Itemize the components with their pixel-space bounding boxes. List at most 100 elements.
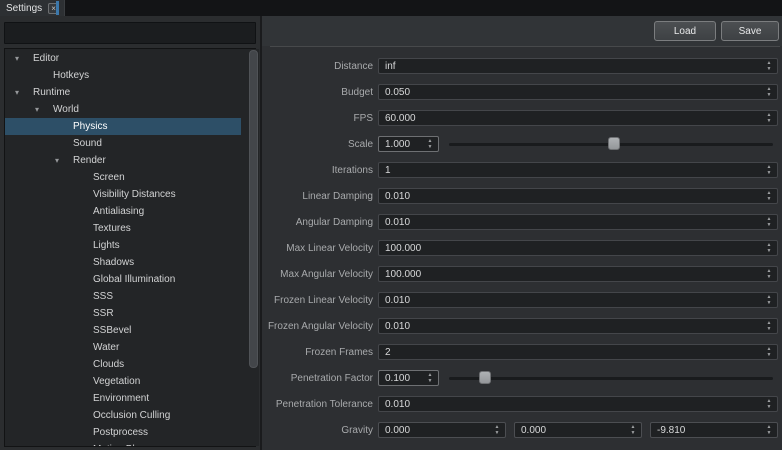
sidebar-item-occlusion-culling[interactable]: ▾ Occlusion Culling xyxy=(5,407,241,424)
spinner-buttons[interactable]: ▲ ▼ xyxy=(763,293,775,307)
budget-field[interactable]: 0.050 ▲ ▼ xyxy=(378,84,778,100)
angular-damping-field[interactable]: 0.010 ▲ ▼ xyxy=(378,214,778,230)
spinner-buttons[interactable]: ▲ ▼ xyxy=(763,241,775,255)
spinner-buttons[interactable]: ▲ ▼ xyxy=(763,423,775,437)
tree-scrollbar-thumb[interactable] xyxy=(249,50,258,368)
sidebar-item-textures[interactable]: ▾ Textures xyxy=(5,220,241,237)
sidebar-item-screen[interactable]: ▾ Screen xyxy=(5,169,241,186)
sidebar-item-runtime[interactable]: ▾ Runtime xyxy=(5,84,241,101)
gravity-field-1[interactable]: 0.000 ▲ ▼ xyxy=(514,422,642,438)
spinner-buttons[interactable]: ▲ ▼ xyxy=(424,371,436,385)
gravity-field-0[interactable]: 0.000 ▲ ▼ xyxy=(378,422,506,438)
sidebar-item-postprocess[interactable]: ▾ Postprocess xyxy=(5,424,241,441)
penetration-factor-field[interactable]: 0.100 ▲ ▼ xyxy=(378,370,439,386)
scale-field[interactable]: 1.000 ▲ ▼ xyxy=(378,136,439,152)
spin-down-icon[interactable]: ▼ xyxy=(767,430,772,436)
save-button[interactable]: Save xyxy=(721,21,779,41)
tree-scrollbar[interactable] xyxy=(248,49,259,446)
spin-down-icon[interactable]: ▼ xyxy=(428,378,433,384)
spin-down-icon[interactable]: ▼ xyxy=(428,144,433,150)
linear-damping-field[interactable]: 0.010 ▲ ▼ xyxy=(378,188,778,204)
spinner-buttons[interactable]: ▲ ▼ xyxy=(627,423,639,437)
spin-down-icon[interactable]: ▼ xyxy=(767,118,772,124)
sidebar-item-environment[interactable]: ▾ Environment xyxy=(5,390,241,407)
search-input[interactable] xyxy=(4,22,256,44)
spin-down-icon[interactable]: ▼ xyxy=(767,92,772,98)
tree-item-label: SSBevel xyxy=(93,322,131,339)
field-label: Penetration Factor xyxy=(262,373,378,384)
spin-down-icon[interactable]: ▼ xyxy=(495,430,500,436)
tree-item-label: Vegetation xyxy=(93,373,140,390)
value-slider[interactable] xyxy=(449,136,773,152)
field-label: Penetration Tolerance xyxy=(262,399,378,410)
sidebar-item-sss[interactable]: ▾ SSS xyxy=(5,288,241,305)
sidebar-item-clouds[interactable]: ▾ Clouds xyxy=(5,356,241,373)
load-button[interactable]: Load xyxy=(654,21,716,41)
form-row: Scale 1.000 ▲ ▼ xyxy=(262,136,778,152)
gravity-field-2[interactable]: -9.810 ▲ ▼ xyxy=(650,422,778,438)
spinner-buttons[interactable]: ▲ ▼ xyxy=(491,423,503,437)
sidebar-item-global-illumination[interactable]: ▾ Global Illumination xyxy=(5,271,241,288)
sidebar-item-physics[interactable]: ▾ Physics xyxy=(5,118,241,135)
spin-down-icon[interactable]: ▼ xyxy=(767,196,772,202)
field-value: 0.010 xyxy=(385,191,410,202)
distance-field[interactable]: inf ▲ ▼ xyxy=(378,58,778,74)
spin-down-icon[interactable]: ▼ xyxy=(767,222,772,228)
sidebar-item-motion-blur[interactable]: ▾ Motion Blur xyxy=(5,441,241,447)
value-slider[interactable] xyxy=(449,370,773,386)
frozen-angular-velocity-field[interactable]: 0.010 ▲ ▼ xyxy=(378,318,778,334)
spin-down-icon[interactable]: ▼ xyxy=(631,430,636,436)
penetration-tolerance-field[interactable]: 0.010 ▲ ▼ xyxy=(378,396,778,412)
frozen-linear-velocity-field[interactable]: 0.010 ▲ ▼ xyxy=(378,292,778,308)
max-angular-velocity-field[interactable]: 100.000 ▲ ▼ xyxy=(378,266,778,282)
spin-down-icon[interactable]: ▼ xyxy=(767,300,772,306)
sidebar-item-sound[interactable]: ▾ Sound xyxy=(5,135,241,152)
form-row: Distance inf ▲ ▼ xyxy=(262,58,778,74)
spin-down-icon[interactable]: ▼ xyxy=(767,248,772,254)
spin-down-icon[interactable]: ▼ xyxy=(767,326,772,332)
sidebar-item-water[interactable]: ▾ Water xyxy=(5,339,241,356)
sidebar-item-world[interactable]: ▾ World xyxy=(5,101,241,118)
spinner-buttons[interactable]: ▲ ▼ xyxy=(763,85,775,99)
spin-down-icon[interactable]: ▼ xyxy=(767,274,772,280)
frozen-frames-field[interactable]: 2 ▲ ▼ xyxy=(378,344,778,360)
sidebar-item-visibility-distances[interactable]: ▾ Visibility Distances xyxy=(5,186,241,203)
chevron-down-icon[interactable]: ▾ xyxy=(35,101,53,118)
spinner-buttons[interactable]: ▲ ▼ xyxy=(763,111,775,125)
chevron-down-icon[interactable]: ▾ xyxy=(15,84,33,101)
spin-down-icon[interactable]: ▼ xyxy=(767,404,772,410)
field-value: 0.000 xyxy=(521,425,546,436)
spinner-buttons[interactable]: ▲ ▼ xyxy=(763,189,775,203)
form-row: Penetration Tolerance 0.010 ▲ ▼ xyxy=(262,396,778,412)
chevron-down-icon[interactable]: ▾ xyxy=(15,50,33,67)
spin-down-icon[interactable]: ▼ xyxy=(767,170,772,176)
sidebar-item-hotkeys[interactable]: ▾ Hotkeys xyxy=(5,67,241,84)
spinner-buttons[interactable]: ▲ ▼ xyxy=(763,215,775,229)
sidebar-item-lights[interactable]: ▾ Lights xyxy=(5,237,241,254)
spinner-buttons[interactable]: ▲ ▼ xyxy=(763,59,775,73)
slider-handle[interactable] xyxy=(479,371,491,384)
sidebar-item-editor[interactable]: ▾ Editor xyxy=(5,50,241,67)
sidebar-item-antialiasing[interactable]: ▾ Antialiasing xyxy=(5,203,241,220)
spinner-buttons[interactable]: ▲ ▼ xyxy=(763,397,775,411)
field-value: 0.000 xyxy=(385,425,410,436)
max-linear-velocity-field[interactable]: 100.000 ▲ ▼ xyxy=(378,240,778,256)
fps-field[interactable]: 60.000 ▲ ▼ xyxy=(378,110,778,126)
iterations-field[interactable]: 1 ▲ ▼ xyxy=(378,162,778,178)
spin-down-icon[interactable]: ▼ xyxy=(767,66,772,72)
chevron-down-icon[interactable]: ▾ xyxy=(55,152,73,169)
slider-track[interactable] xyxy=(449,377,773,380)
spinner-buttons[interactable]: ▲ ▼ xyxy=(763,267,775,281)
sidebar-item-ssr[interactable]: ▾ SSR xyxy=(5,305,241,322)
spin-down-icon[interactable]: ▼ xyxy=(767,352,772,358)
sidebar-item-ssbevel[interactable]: ▾ SSBevel xyxy=(5,322,241,339)
slider-handle[interactable] xyxy=(608,137,620,150)
spinner-buttons[interactable]: ▲ ▼ xyxy=(763,345,775,359)
spinner-buttons[interactable]: ▲ ▼ xyxy=(763,319,775,333)
spinner-buttons[interactable]: ▲ ▼ xyxy=(763,163,775,177)
tree-item-label: Lights xyxy=(93,237,120,254)
sidebar-item-vegetation[interactable]: ▾ Vegetation xyxy=(5,373,241,390)
sidebar-item-shadows[interactable]: ▾ Shadows xyxy=(5,254,241,271)
sidebar-item-render[interactable]: ▾ Render xyxy=(5,152,241,169)
spinner-buttons[interactable]: ▲ ▼ xyxy=(424,137,436,151)
